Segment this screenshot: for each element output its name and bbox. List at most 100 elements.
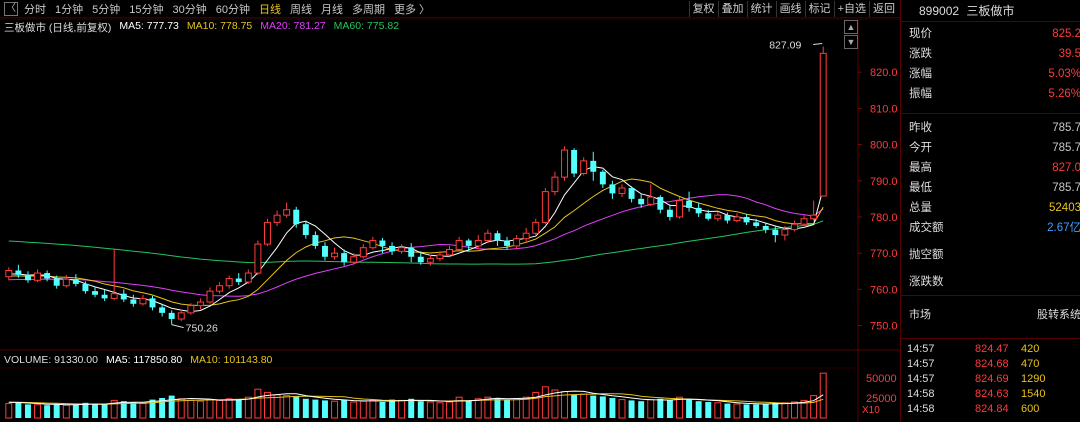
volume-bar xyxy=(733,403,741,419)
back-arrow-icon[interactable]: 〈 xyxy=(4,1,18,16)
tick-time: 14:58 xyxy=(907,388,935,400)
candle-body xyxy=(216,285,224,292)
period-tab-5min[interactable]: 5分钟 xyxy=(92,1,120,17)
volume-bar xyxy=(504,399,510,418)
volume-axis-label: 50000 xyxy=(866,373,897,385)
volume-bar xyxy=(341,399,348,418)
volume-bar xyxy=(522,396,530,419)
quote-label: 最低 xyxy=(909,182,932,194)
volume-unit-label: X10 xyxy=(862,405,880,416)
quote-label: 今开 xyxy=(909,142,932,154)
volume-bar xyxy=(187,399,195,419)
candle-body xyxy=(244,272,252,283)
tick-volume: 600 xyxy=(1021,403,1040,415)
period-tab-weekly[interactable]: 周线 xyxy=(290,1,312,17)
volume-bar xyxy=(225,398,233,419)
tick-price: 824.47 xyxy=(975,343,1009,355)
volume-bar xyxy=(101,404,108,418)
legend-ma20: MA20: 781.27 xyxy=(260,20,326,32)
tick-row: 14:58 824.84 600 xyxy=(907,402,1080,416)
volume-bar xyxy=(609,398,616,418)
candle-body xyxy=(5,270,13,278)
quote-label: 涨幅 xyxy=(909,68,932,80)
stats-button[interactable]: 统计 xyxy=(746,1,776,17)
volume-bar xyxy=(15,402,22,418)
mark-button[interactable]: 标记 xyxy=(804,1,834,17)
legend-ma5: MA5: 777.73 xyxy=(119,20,179,32)
quote-title: 899002 三板做市 xyxy=(901,0,1080,22)
quote-row: 昨收 785.7 xyxy=(909,118,1080,138)
period-tab-15min[interactable]: 15分钟 xyxy=(129,1,163,17)
candle-body xyxy=(647,196,655,205)
candle-body xyxy=(599,171,606,185)
quote-row: 今开 785.7 xyxy=(909,138,1080,158)
candle-body xyxy=(628,188,635,199)
candle-body xyxy=(714,214,722,220)
candle-body xyxy=(283,209,291,216)
period-tab-60min[interactable]: 60分钟 xyxy=(216,1,250,17)
quote-label: 抛空额 xyxy=(909,249,944,261)
candle-body xyxy=(359,247,367,258)
quote-row: 抛空额 xyxy=(909,245,1080,265)
quote-row: 振幅 5.26% xyxy=(909,84,1080,104)
period-tab-1min[interactable]: 1分钟 xyxy=(55,1,83,17)
candle-body xyxy=(225,277,233,287)
candle-body xyxy=(62,278,70,287)
candle-body xyxy=(369,239,377,249)
candle-body xyxy=(426,258,434,263)
volume-bar xyxy=(647,399,655,419)
quote-value: 39.5 xyxy=(1058,48,1080,60)
adjust-button[interactable]: 复权 xyxy=(688,1,718,17)
candle-body xyxy=(130,299,137,304)
chart-scroll-down-icon[interactable]: ▼ xyxy=(844,35,858,49)
tick-row: 14:57 824.69 1290 xyxy=(907,372,1080,386)
volume-bar xyxy=(312,399,319,418)
low-price-label: 750.26 xyxy=(186,323,218,335)
candle-body xyxy=(322,245,328,257)
period-tab-monthly[interactable]: 月线 xyxy=(321,1,343,17)
candle-body xyxy=(82,283,89,292)
divider xyxy=(901,113,1080,114)
candle-body xyxy=(513,238,521,247)
period-tab-intraday[interactable]: 分时 xyxy=(24,1,46,17)
tick-row: 14:57 824.68 470 xyxy=(907,357,1080,371)
index-name: 三板做市 xyxy=(966,4,1015,18)
add-watchlist-button[interactable]: +自选 xyxy=(833,1,869,17)
candle-body xyxy=(561,149,568,178)
return-button[interactable]: 返回 xyxy=(869,1,898,17)
candle-body xyxy=(302,224,309,236)
quote-row: 涨跌数 xyxy=(909,272,1080,292)
candle-body xyxy=(522,232,530,240)
price-axis-label: 810.0 xyxy=(870,103,898,115)
candle-body xyxy=(541,191,549,223)
price-legend: 三板做市 (日线,前复权) MA5: 777.73 MA10: 778.75 M… xyxy=(4,20,399,34)
volume-bar xyxy=(790,401,798,419)
volume-bar xyxy=(302,398,309,418)
chart-scroll-up-icon[interactable]: ▲ xyxy=(844,20,858,34)
candle-body xyxy=(110,293,118,299)
period-tab-30min[interactable]: 30分钟 xyxy=(173,1,207,17)
volume-bar xyxy=(513,398,521,419)
volume-bar xyxy=(53,404,60,418)
candle-body xyxy=(312,235,319,246)
period-tab-daily[interactable]: 日线 xyxy=(259,1,281,17)
price-axis-label: 800.0 xyxy=(870,140,898,152)
draw-line-button[interactable]: 画线 xyxy=(775,1,805,17)
candle-body xyxy=(273,214,281,223)
period-tab-multi[interactable]: 多周期 xyxy=(352,1,385,17)
tick-volume: 420 xyxy=(1021,343,1040,355)
candle-body xyxy=(666,209,673,217)
candle-body xyxy=(532,221,540,234)
volume-bar xyxy=(426,401,434,419)
volume-bar xyxy=(216,399,224,419)
tick-table-header: 市场 股转系统 xyxy=(909,307,1080,323)
candle-body xyxy=(484,232,492,241)
volume-bar xyxy=(369,399,377,419)
quote-row: 总量 52403 xyxy=(909,198,1080,218)
volume-bar xyxy=(753,404,760,418)
overlay-button[interactable]: 叠加 xyxy=(717,1,747,17)
period-tab-more[interactable]: 更多 〉 xyxy=(394,1,430,17)
candle-body xyxy=(379,240,386,246)
volume-bar xyxy=(638,401,645,418)
quote-label: 最高 xyxy=(909,162,932,174)
